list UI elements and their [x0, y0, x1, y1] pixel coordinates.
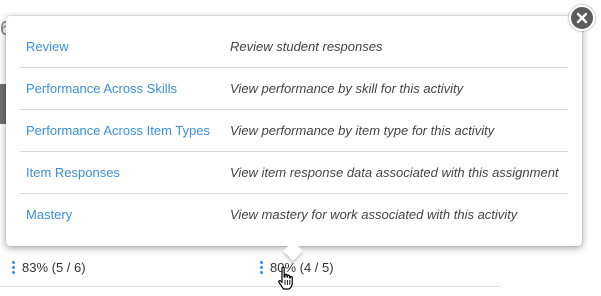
hand-pointer-icon	[278, 266, 293, 290]
screen: 6 83% (5 / 6) 80% (4 / 5) Review Review …	[0, 0, 601, 296]
menu-item-review[interactable]: Review Review student responses	[20, 26, 568, 68]
menu-item-link[interactable]: Item Responses	[20, 165, 230, 180]
actions-popover: Review Review student responses Performa…	[6, 16, 582, 261]
menu-item-performance-across-item-types[interactable]: Performance Across Item Types View perfo…	[20, 110, 568, 152]
menu-item-description: View performance by skill for this activ…	[230, 81, 464, 96]
actions-menu: Review Review student responses Performa…	[20, 26, 568, 235]
score-label: 83% (5 / 6)	[22, 260, 86, 275]
vertical-ellipsis-icon[interactable]	[260, 261, 264, 274]
menu-item-link[interactable]: Performance Across Item Types	[20, 123, 230, 138]
menu-item-link[interactable]: Performance Across Skills	[20, 81, 230, 96]
menu-item-description: View performance by item type for this a…	[230, 123, 495, 138]
menu-item-description: View mastery for work associated with th…	[230, 207, 518, 222]
close-button[interactable]	[569, 5, 595, 31]
menu-item-mastery[interactable]: Mastery View mastery for work associated…	[20, 194, 568, 235]
menu-item-performance-across-skills[interactable]: Performance Across Skills View performan…	[20, 68, 568, 110]
score-row: 83% (5 / 6) 80% (4 / 5)	[0, 252, 500, 287]
menu-item-description: View item response data associated with …	[230, 165, 559, 180]
score-cell[interactable]: 83% (5 / 6)	[12, 260, 86, 275]
close-icon	[576, 12, 588, 24]
menu-item-description: Review student responses	[230, 39, 383, 54]
menu-item-link[interactable]: Review	[20, 39, 230, 54]
menu-item-link[interactable]: Mastery	[20, 207, 230, 222]
menu-item-item-responses[interactable]: Item Responses View item response data a…	[20, 152, 568, 194]
vertical-ellipsis-icon[interactable]	[12, 261, 16, 274]
score-cell[interactable]: 80% (4 / 5)	[260, 260, 334, 275]
